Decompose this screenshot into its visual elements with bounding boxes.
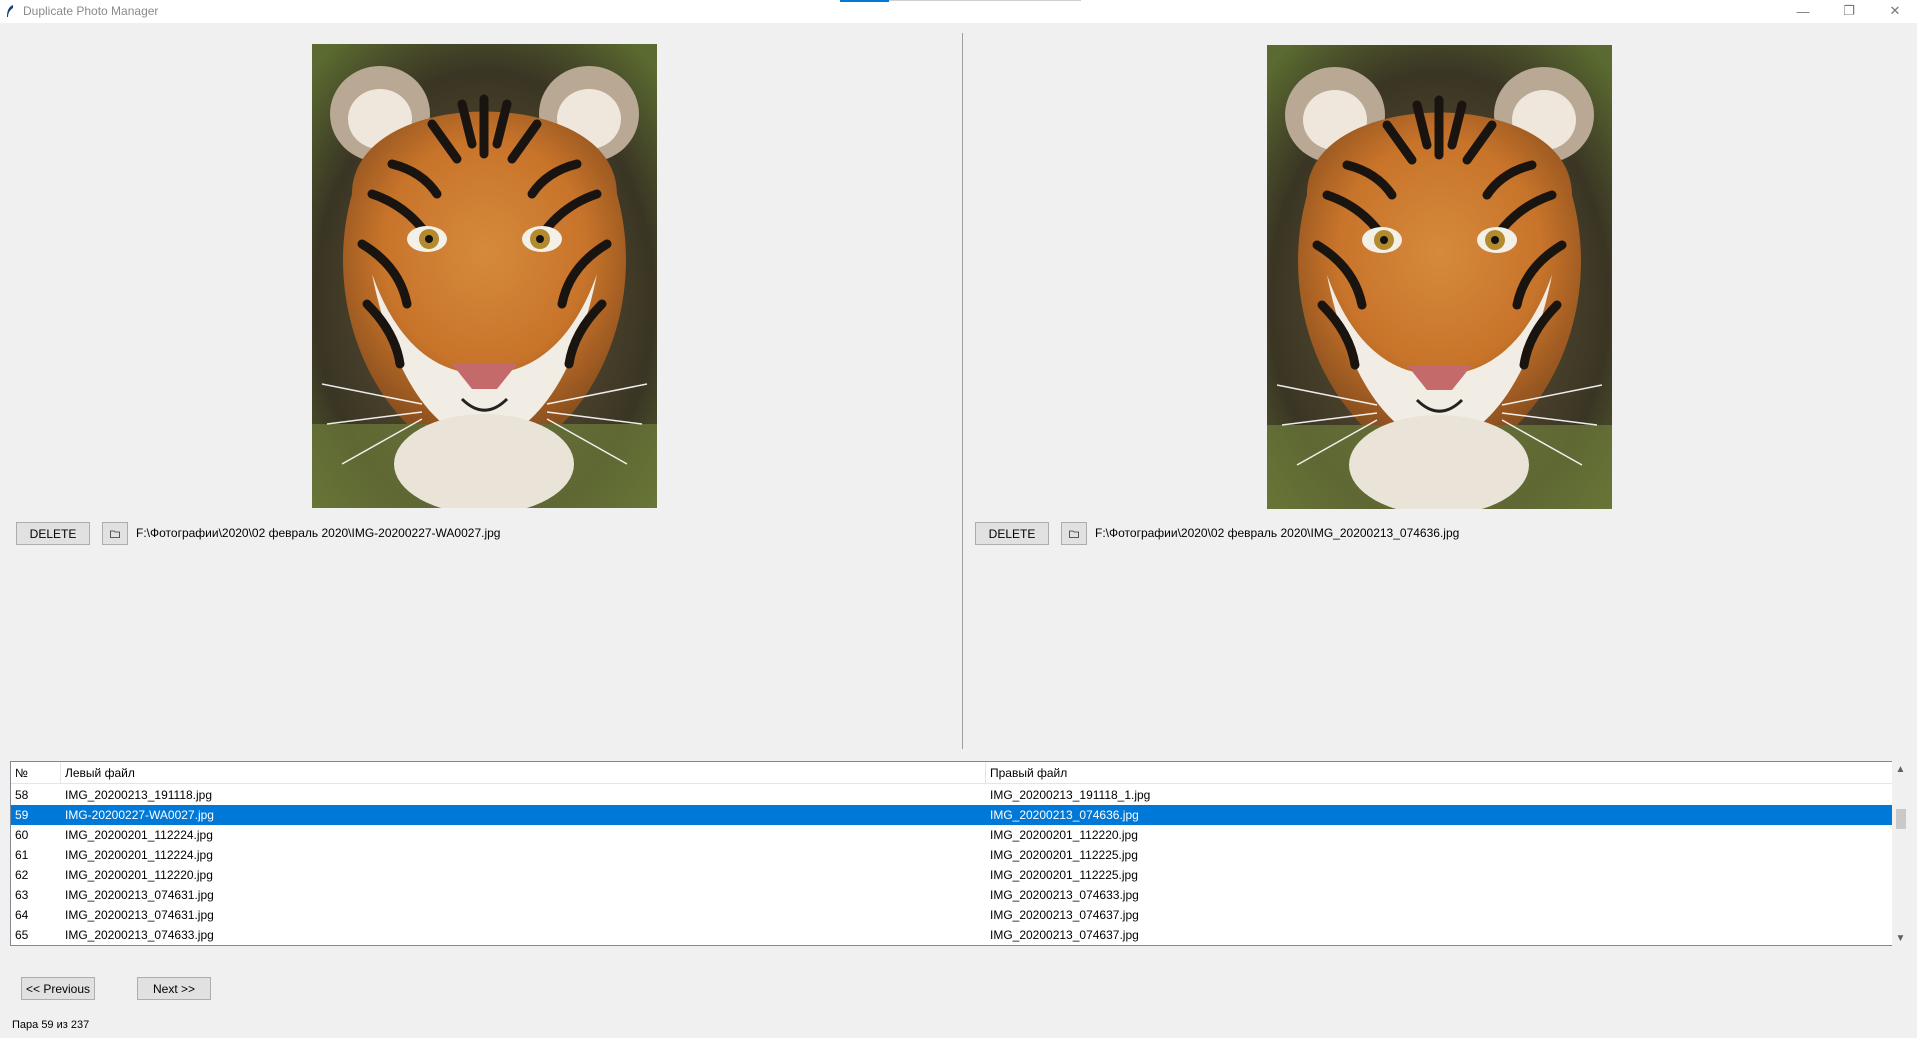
cell-left-file: IMG_20200213_074631.jpg [65,908,214,922]
cell-left-file: IMG_20200201_112224.jpg [65,828,213,842]
column-header-number[interactable]: № [11,762,61,784]
table-row[interactable]: 65 IMG_20200213_074633.jpg IMG_20200213_… [11,925,1892,945]
left-photo [312,44,657,508]
close-button[interactable]: ✕ [1872,0,1917,22]
window-title: Duplicate Photo Manager [23,4,159,18]
delete-left-button[interactable]: DELETE [16,522,90,545]
open-folder-right-button[interactable] [1061,522,1087,545]
cell-number: 62 [15,868,29,882]
minimize-button[interactable]: — [1780,0,1826,22]
table-scrollbar[interactable]: ▲ ▼ [1892,761,1909,946]
cell-number: 64 [15,908,29,922]
cell-right-file: IMG_20200213_074637.jpg [990,928,1139,942]
folder-icon [1069,530,1079,538]
tiger-image [1267,45,1612,509]
table-row[interactable]: 62 IMG_20200201_112220.jpg IMG_20200201_… [11,865,1892,885]
cell-left-file: IMG_20200213_074631.jpg [65,888,214,902]
cell-left-file: IMG-20200227-WA0027.jpg [65,808,214,822]
cell-left-file: IMG_20200213_074633.jpg [65,928,214,942]
taskbar-indicator [840,0,889,2]
taskbar-indicator-line [889,0,1081,1]
cell-right-file: IMG_20200213_191118_1.jpg [990,788,1151,802]
delete-right-button[interactable]: DELETE [975,522,1049,545]
cell-right-file: IMG_20200213_074633.jpg [990,888,1139,902]
cell-number: 60 [15,828,29,842]
cell-left-file: IMG_20200201_112220.jpg [65,868,213,882]
scroll-down-icon[interactable]: ▼ [1892,930,1909,946]
app-feather-icon [7,5,13,17]
cell-right-file: IMG_20200213_074637.jpg [990,908,1139,922]
cell-right-file: IMG_20200213_074636.jpg [990,808,1139,822]
cell-number: 58 [15,788,29,802]
right-file-path: F:\Фотографии\2020\02 февраль 2020\IMG_2… [1095,526,1460,540]
cell-number: 65 [15,928,29,942]
table-header: № Левый файл Правый файл [11,762,1892,784]
table-row[interactable]: 60 IMG_20200201_112224.jpg IMG_20200201_… [11,825,1892,845]
cell-left-file: IMG_20200201_112224.jpg [65,848,213,862]
title-bar: Duplicate Photo Manager — ❐ ✕ [0,0,1917,23]
cell-number: 61 [15,848,29,862]
next-button[interactable]: Next >> [137,977,211,1000]
panel-divider[interactable] [962,33,963,749]
pair-status-text: Пара 59 из 237 [12,1019,90,1031]
tiger-image [312,44,657,508]
cell-right-file: IMG_20200201_112225.jpg [990,848,1138,862]
pairs-table[interactable]: № Левый файл Правый файл 58 IMG_20200213… [10,761,1893,946]
column-header-right-file[interactable]: Правый файл [986,762,1892,784]
table-row[interactable]: 63 IMG_20200213_074631.jpg IMG_20200213_… [11,885,1892,905]
table-row[interactable]: 58 IMG_20200213_191118.jpg IMG_20200213_… [11,785,1892,805]
cell-right-file: IMG_20200201_112220.jpg [990,828,1138,842]
column-header-left-file[interactable]: Левый файл [61,762,986,784]
previous-button[interactable]: << Previous [21,977,95,1000]
open-folder-left-button[interactable] [102,522,128,545]
cell-right-file: IMG_20200201_112225.jpg [990,868,1138,882]
left-file-path: F:\Фотографии\2020\02 февраль 2020\IMG-2… [136,526,501,540]
table-row[interactable]: 61 IMG_20200201_112224.jpg IMG_20200201_… [11,845,1892,865]
scroll-thumb[interactable] [1896,809,1906,829]
scroll-up-icon[interactable]: ▲ [1892,761,1909,777]
cell-left-file: IMG_20200213_191118.jpg [65,788,213,802]
folder-icon [110,530,120,538]
table-row-selected[interactable]: 59 IMG-20200227-WA0027.jpg IMG_20200213_… [11,805,1892,825]
cell-number: 63 [15,888,29,902]
table-body: 58 IMG_20200213_191118.jpg IMG_20200213_… [11,785,1892,945]
table-row[interactable]: 64 IMG_20200213_074631.jpg IMG_20200213_… [11,905,1892,925]
maximize-button[interactable]: ❐ [1826,0,1872,22]
cell-number: 59 [15,808,29,822]
right-photo [1267,45,1612,509]
